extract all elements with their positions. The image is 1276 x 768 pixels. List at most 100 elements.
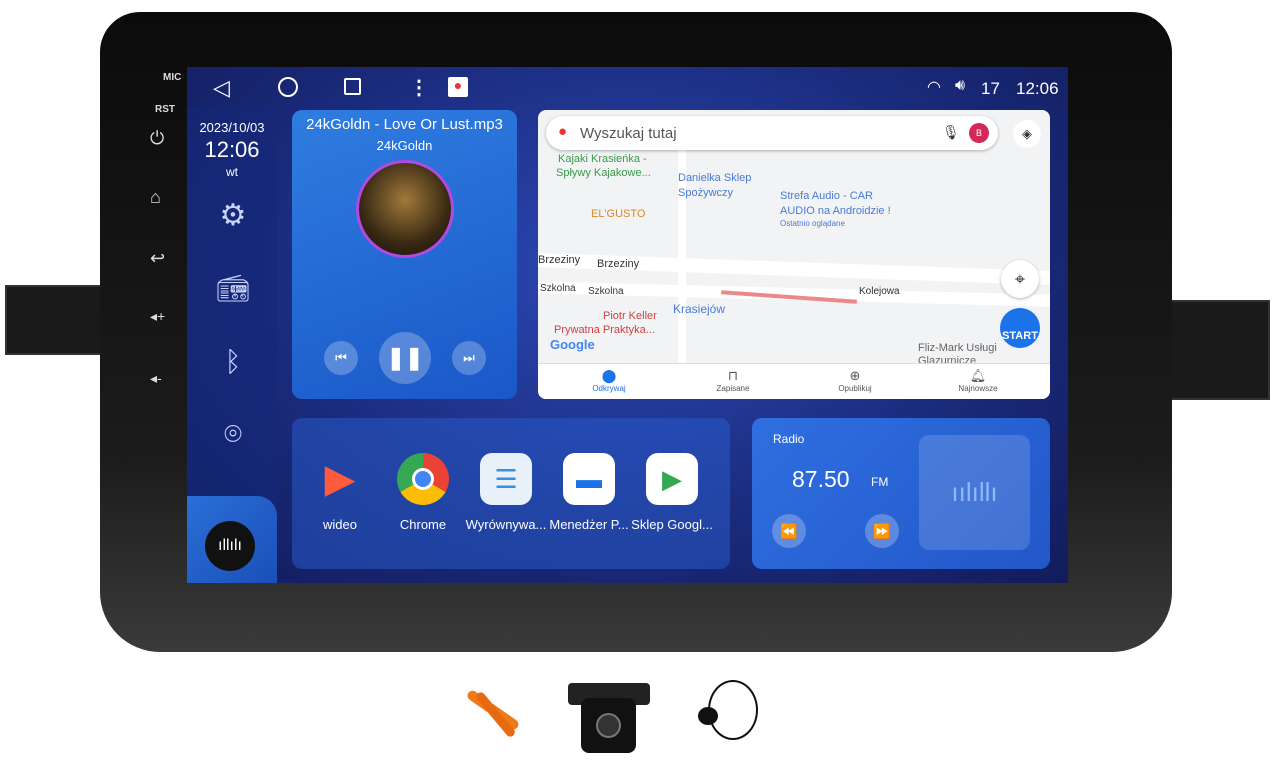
app-file-manager[interactable]: ▬ Menedżer P... bbox=[547, 453, 631, 532]
radio-frequency: 87.50 bbox=[792, 466, 850, 492]
song-artist: 24kGoldn bbox=[376, 138, 433, 153]
status-time: 12:06 bbox=[1016, 79, 1059, 98]
sidebar-date: 2023/10/03 bbox=[199, 120, 265, 135]
plus-circle-icon: ⊕ bbox=[849, 368, 861, 383]
tab-contribute[interactable]: ⊕ Opublikuj bbox=[791, 368, 919, 393]
chrome-icon bbox=[397, 453, 449, 505]
tab-updates[interactable]: 🔔︎ Najnowsze bbox=[914, 368, 1042, 393]
explore-pin-icon: ⬤ bbox=[601, 368, 617, 383]
voice-panel: ıllılı bbox=[187, 496, 277, 583]
voice-assistant-icon[interactable]: ıllılı bbox=[205, 521, 255, 571]
location-icon[interactable]: ⌾ bbox=[213, 418, 253, 452]
seek-forward-button[interactable]: ⏩ bbox=[865, 514, 899, 548]
apps-card: ▶ wideo Chrome ☰ Wyrównywa... ▬ Menedżer P.… bbox=[292, 418, 730, 569]
home-hw-icon[interactable]: ⌂ bbox=[150, 187, 161, 208]
mic-label: MIC bbox=[163, 72, 182, 83]
more-icon[interactable]: ⋮ bbox=[409, 75, 429, 100]
app-play-store[interactable]: ▶ Sklep Googl... bbox=[630, 453, 714, 532]
wifi-icon: ◠ bbox=[927, 79, 941, 96]
rst-label: RST bbox=[155, 104, 175, 115]
back-hw-icon[interactable]: ↩ bbox=[150, 248, 165, 269]
tab-label: Zapisane bbox=[716, 384, 750, 393]
tab-saved[interactable]: ⊓ Zapisane bbox=[669, 368, 797, 393]
mic-icon[interactable]: 🎙︎ bbox=[942, 124, 960, 141]
volume-level: 17 bbox=[981, 79, 1000, 98]
volume-icon: 🔊︎ bbox=[955, 77, 966, 94]
bell-icon: 🔔︎ bbox=[969, 368, 987, 383]
video-icon: ▶ bbox=[324, 457, 356, 501]
app-equalizer[interactable]: ☰ Wyrównywa... bbox=[464, 453, 548, 532]
app-label: wideo bbox=[323, 517, 357, 532]
power-icon[interactable]: ⏻ bbox=[150, 128, 164, 149]
tab-explore[interactable]: ⬤ Odkrywaj bbox=[545, 368, 673, 393]
map-label: Kolejowa bbox=[859, 286, 900, 297]
app-label: Chrome bbox=[399, 517, 447, 532]
map-label: Szkolna bbox=[588, 286, 624, 297]
back-nav-icon[interactable]: ◁ bbox=[213, 75, 230, 101]
bookmark-icon: ⊓ bbox=[727, 368, 739, 383]
radio-title: Radio bbox=[773, 432, 805, 446]
maps-logo-icon: ● bbox=[558, 123, 568, 140]
left-bracket bbox=[5, 285, 105, 355]
previous-track-button[interactable]: ⏮ bbox=[324, 341, 358, 375]
album-art bbox=[356, 160, 454, 258]
right-bracket bbox=[1165, 300, 1270, 400]
microphone-accessory bbox=[698, 675, 778, 755]
radio-band: FM bbox=[871, 475, 889, 489]
waveform-icon: ıılıllı bbox=[919, 435, 1030, 550]
tab-label: Odkrywaj bbox=[592, 384, 626, 393]
volume-up-icon[interactable]: ◂+ bbox=[150, 308, 165, 325]
next-track-button[interactable]: ⏭ bbox=[452, 341, 486, 375]
sidebar-weekday: wt bbox=[226, 165, 238, 179]
start-navigation-button[interactable]: START bbox=[1000, 308, 1040, 348]
map-label[interactable]: Danielka Sklep bbox=[678, 172, 751, 184]
song-title: 24kGoldn - Love Or Lust.mp3 bbox=[306, 116, 503, 133]
sidebar-time: 12:06 bbox=[204, 137, 260, 162]
screen: ◁ ⋮ ● ◠ 🔊︎ 17 12:06 2023/10/03 12:06 wt … bbox=[187, 67, 1068, 583]
map-label: Brzeziny bbox=[597, 258, 640, 270]
map-label[interactable]: Kajaki Krasieńka - bbox=[558, 153, 647, 165]
app-label: Menedżer P... bbox=[549, 517, 629, 532]
app-label: Sklep Googl... bbox=[631, 517, 713, 532]
radio-icon[interactable]: 📻︎ bbox=[213, 273, 253, 304]
map-label: Szkolna bbox=[540, 283, 576, 294]
map-label[interactable]: Piotr Keller bbox=[603, 310, 657, 322]
tab-label: Opublikuj bbox=[838, 384, 872, 393]
app-label: Wyrównywa... bbox=[465, 517, 547, 532]
play-store-icon: ▶ bbox=[646, 453, 698, 505]
seek-back-button[interactable]: ⏪ bbox=[772, 514, 806, 548]
map-label[interactable]: Strefa Audio - CAR bbox=[780, 190, 873, 202]
radio-card[interactable]: Radio 87.50 FM ⏪ ⏩ ıılıllı bbox=[752, 418, 1050, 569]
google-logo: Google bbox=[550, 337, 595, 352]
map-label[interactable]: Fliz-Mark Usługi bbox=[918, 342, 997, 354]
map-label[interactable]: EL'GUSTO bbox=[591, 208, 645, 220]
equalizer-icon: ☰ bbox=[480, 453, 532, 505]
map-widget[interactable]: ● Wyszukaj tutaj 🎙︎ B ◈ Kajaki Krasieńka… bbox=[538, 110, 1050, 399]
search-input[interactable]: Wyszukaj tutaj bbox=[580, 125, 677, 142]
map-search-bar[interactable]: ● Wyszukaj tutaj 🎙︎ B bbox=[546, 116, 998, 150]
my-location-button[interactable]: ⌖ bbox=[1001, 260, 1039, 298]
recents-nav-icon[interactable] bbox=[344, 78, 361, 95]
pause-button[interactable]: ❚❚ bbox=[379, 332, 431, 384]
sidebar: 2023/10/03 12:06 wt ⚙ 📻︎ ᛒ ⌾ ıllılı bbox=[187, 108, 277, 583]
avatar[interactable]: B bbox=[969, 123, 989, 143]
volume-down-icon[interactable]: ◂- bbox=[150, 370, 162, 387]
layers-icon[interactable]: ◈ bbox=[1013, 120, 1041, 148]
pry-tools-accessory bbox=[458, 685, 528, 740]
map-label[interactable]: Spożywczy bbox=[678, 187, 733, 199]
bluetooth-icon[interactable]: ᛒ bbox=[213, 346, 253, 378]
map-label: Ostatnio oglądane bbox=[780, 219, 845, 228]
map-label: Brzeziny bbox=[538, 254, 581, 266]
reverse-camera-accessory bbox=[568, 673, 650, 758]
music-card[interactable]: 24kGoldn - Love Or Lust.mp3 24kGoldn ⏮ ❚… bbox=[292, 110, 517, 399]
app-video[interactable]: ▶ wideo bbox=[298, 453, 382, 532]
maps-shortcut-icon[interactable]: ● bbox=[448, 77, 468, 97]
home-nav-icon[interactable] bbox=[278, 77, 298, 97]
map-label[interactable]: Krasiejów bbox=[673, 302, 725, 316]
map-label[interactable]: AUDIO na Androidzie ! bbox=[780, 205, 891, 217]
tab-label: Najnowsze bbox=[958, 384, 998, 393]
app-chrome[interactable]: Chrome bbox=[381, 453, 465, 532]
settings-icon[interactable]: ⚙ bbox=[213, 198, 253, 233]
map-label[interactable]: Spływy Kajakowe... bbox=[556, 167, 651, 179]
map-label[interactable]: Prywatna Praktyka... bbox=[554, 324, 655, 336]
